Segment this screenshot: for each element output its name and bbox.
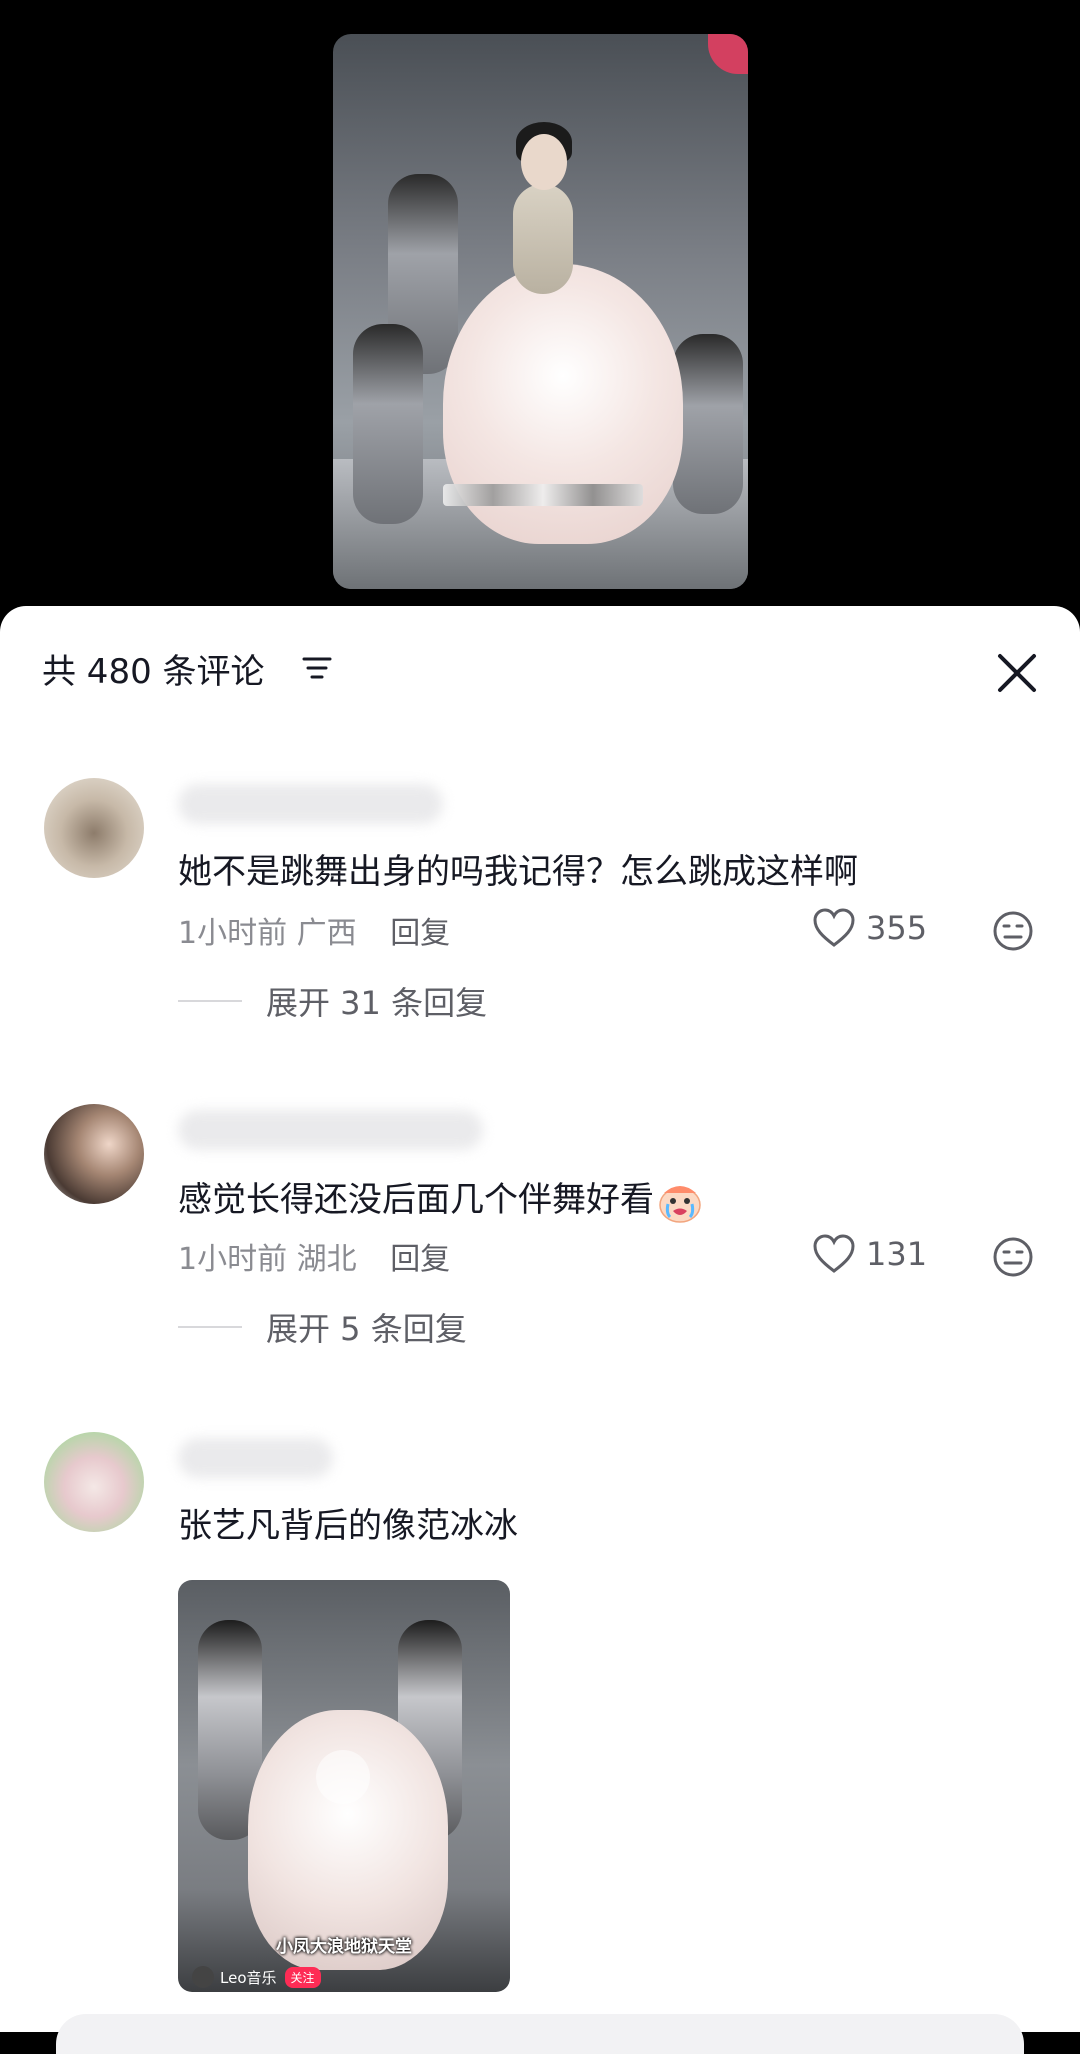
comment-time: 1小时前 — [178, 916, 288, 951]
comment-time: 1小时前 — [178, 1242, 288, 1277]
author-name: Leo音乐 — [220, 1968, 277, 1987]
comment-count-title: 共 480 条评论 — [42, 652, 265, 692]
expand-replies-label: 展开 31 条回复 — [266, 984, 488, 1022]
reply-button[interactable]: 回复 — [390, 916, 450, 951]
backup-dancer — [673, 334, 743, 514]
comment-image[interactable]: 小凤大浪地狱天堂 Leo音乐 关注 — [178, 1580, 510, 1992]
divider-line — [178, 1000, 242, 1002]
comment-text: 感觉长得还没后面几个伴舞好看 — [178, 1172, 704, 1225]
comment-meta: 1小时前 湖北 回复 — [178, 1234, 450, 1278]
comment-sheet: 共 480 条评论 她不是跳舞出身的吗我记得？怎么跳成这样啊 1小时前 广西 回… — [0, 606, 1080, 2054]
crying-face-emoji-icon — [659, 1185, 701, 1223]
comment-location: 湖北 — [296, 1242, 357, 1277]
like-button[interactable]: 131 — [812, 1234, 927, 1274]
heart-icon — [813, 908, 855, 947]
username-blurred[interactable] — [178, 784, 443, 824]
expand-replies[interactable]: 展开 31 条回复 — [178, 978, 487, 1024]
avatar[interactable] — [44, 1432, 144, 1532]
comment-text: 张艺凡背后的像范冰冰 — [178, 1506, 518, 1546]
close-icon[interactable] — [992, 648, 1042, 698]
comment-sheet-header: 共 480 条评论 — [0, 606, 1080, 726]
video-caption-blurred — [443, 484, 643, 506]
like-button[interactable]: 355 — [812, 908, 927, 948]
username-blurred[interactable] — [178, 1110, 483, 1150]
video-thumbnail[interactable] — [333, 34, 748, 589]
expand-replies[interactable]: 展开 5 条回复 — [178, 1304, 467, 1350]
comment-text: 她不是跳舞出身的吗我记得？怎么跳成这样啊 — [178, 852, 858, 892]
follow-badge: 关注 — [284, 1966, 321, 1988]
dislike-face-icon[interactable] — [992, 910, 1034, 952]
comment-meta: 1小时前 广西 回复 — [178, 908, 450, 952]
reply-button[interactable]: 回复 — [390, 1242, 450, 1277]
expand-replies-label: 展开 5 条回复 — [266, 1310, 467, 1348]
author-avatar — [192, 1966, 214, 1988]
play-icon[interactable] — [316, 1750, 370, 1804]
lead-dancer-face — [521, 134, 567, 190]
sort-icon[interactable] — [302, 656, 332, 680]
lead-dancer-body — [513, 184, 573, 294]
comment-location: 广西 — [296, 916, 357, 951]
image-footer: Leo音乐 关注 — [192, 1966, 321, 1988]
backup-dancer — [353, 324, 423, 524]
comment-input-bar[interactable] — [56, 2014, 1024, 2054]
divider-line — [178, 1326, 242, 1328]
like-count: 355 — [866, 909, 928, 947]
avatar[interactable] — [44, 1104, 144, 1204]
image-caption: 小凤大浪地狱天堂 — [276, 1937, 412, 1957]
username-blurred[interactable] — [178, 1438, 333, 1478]
heart-icon — [813, 1234, 855, 1273]
like-count: 131 — [866, 1235, 928, 1273]
stage-decoration — [708, 34, 748, 74]
lead-dancer-dress — [248, 1710, 448, 1970]
video-preview-area — [0, 0, 1080, 620]
avatar[interactable] — [44, 778, 144, 878]
dislike-face-icon[interactable] — [992, 1236, 1034, 1278]
